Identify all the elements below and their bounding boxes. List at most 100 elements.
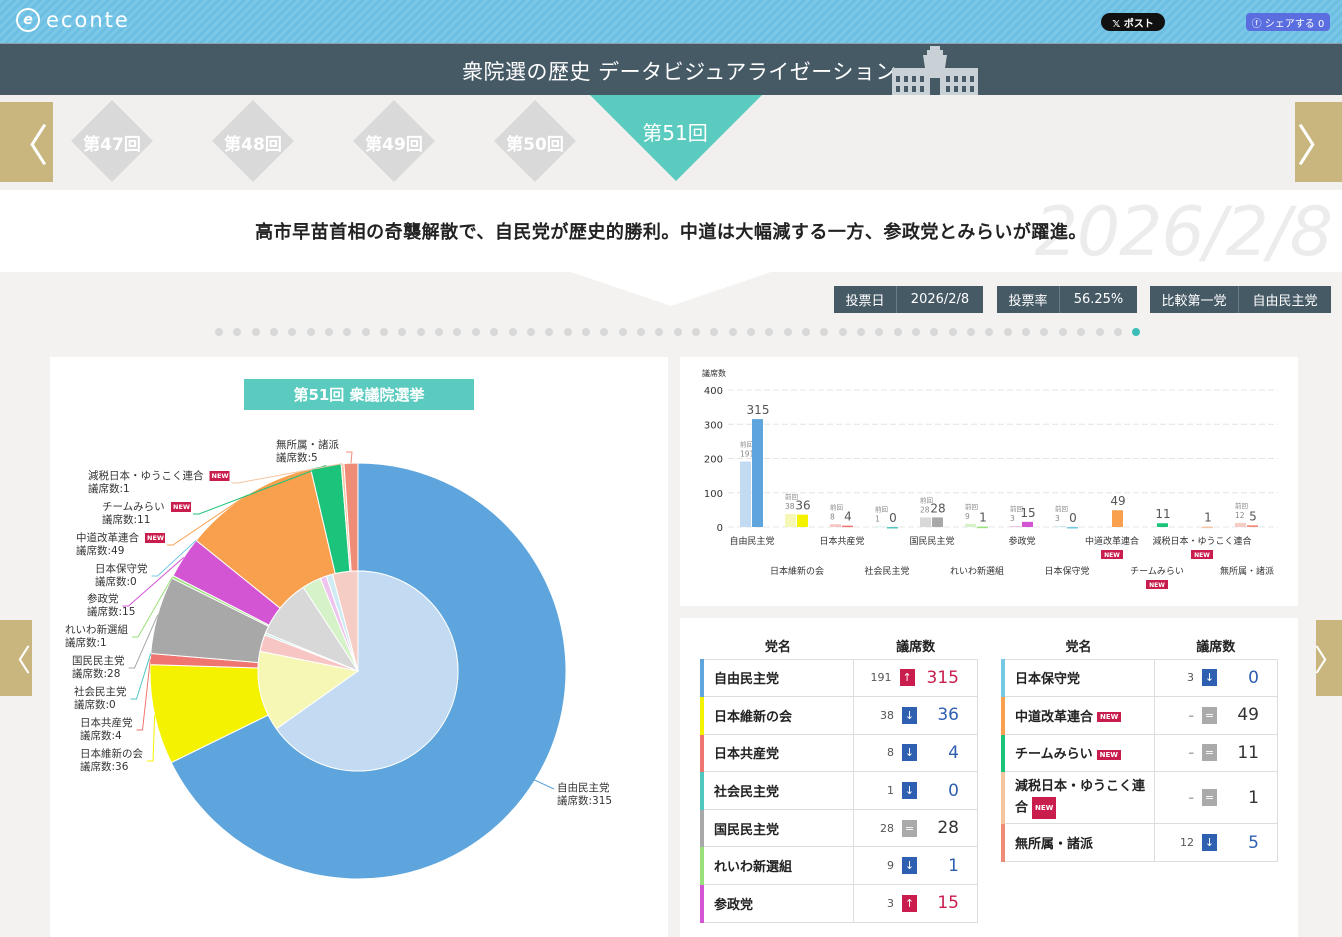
timeline-dot[interactable] (270, 328, 279, 336)
bar-current[interactable] (977, 526, 988, 529)
timeline-dot[interactable] (526, 328, 535, 336)
timeline-dot[interactable] (361, 328, 370, 336)
timeline-dot[interactable] (490, 328, 499, 336)
episode-47-label[interactable]: 第47回 (67, 130, 157, 155)
timeline-dot[interactable] (288, 328, 297, 336)
prev-seats: – (1188, 746, 1195, 760)
bar-prev[interactable] (740, 461, 751, 527)
timeline-dot[interactable] (618, 328, 627, 336)
bar-prev[interactable] (875, 526, 886, 528)
site-logo[interactable]: e econte (16, 8, 130, 32)
bar-current[interactable] (1067, 527, 1078, 529)
timeline-dot[interactable] (948, 328, 957, 336)
prev-page-button[interactable]: 〈 (0, 620, 32, 696)
bar-current[interactable] (1157, 523, 1168, 527)
seat-cell: 38 ↓ 36 (853, 696, 978, 735)
timeline-dot[interactable] (215, 328, 223, 336)
timeline-dot[interactable] (893, 328, 902, 336)
timeline-dot[interactable] (325, 328, 334, 336)
bar-current[interactable] (1112, 510, 1123, 527)
party-name: 日本保守党 (1000, 658, 1155, 698)
bar-current[interactable] (1202, 526, 1213, 529)
timeline-dot[interactable] (857, 328, 866, 336)
bar-prev[interactable] (920, 517, 931, 527)
timeline-dot[interactable] (380, 328, 389, 336)
episode-51-label[interactable]: 第51回 (620, 117, 730, 146)
timeline-dot[interactable] (563, 328, 572, 336)
bar-current[interactable] (1247, 525, 1258, 527)
new-badge: NEW (1097, 712, 1122, 723)
timeline-dot[interactable] (453, 328, 462, 336)
seat-cell: – = 1 (1153, 771, 1279, 825)
prev-seats: 9 (887, 859, 894, 873)
party-name: 減税日本・ゆうこく連合 NEW (1000, 771, 1155, 825)
timeline-dot[interactable] (691, 328, 700, 336)
timeline-dot[interactable] (710, 328, 719, 336)
timeline-dot[interactable] (1095, 328, 1104, 336)
timeline-dot[interactable] (636, 328, 645, 336)
bar-current[interactable] (1022, 521, 1033, 527)
timeline-dot[interactable] (655, 328, 664, 336)
timeline-dot[interactable] (581, 328, 590, 336)
timeline-dot[interactable] (1003, 328, 1012, 336)
prev-episode-button[interactable]: 〈 (0, 102, 53, 182)
x-post-button[interactable]: 𝕏 ポスト (1101, 13, 1165, 31)
timeline-dot[interactable] (233, 328, 242, 336)
timeline-dot[interactable] (820, 328, 829, 336)
timeline-dot[interactable] (930, 328, 939, 336)
timeline-dot[interactable] (508, 328, 517, 336)
timeline-dot[interactable] (967, 328, 976, 336)
timeline-dot[interactable] (1058, 328, 1067, 336)
episode-49-label[interactable]: 第49回 (349, 130, 439, 155)
next-episode-button[interactable]: 〉 (1295, 102, 1342, 182)
episode-48-label[interactable]: 第48回 (208, 130, 298, 155)
svg-text:自由民主党: 自由民主党 (557, 781, 610, 794)
bar-prev[interactable] (785, 513, 796, 527)
info-first-party: 比較第一党 自由民主党 (1150, 286, 1331, 313)
bar-current[interactable] (932, 517, 943, 527)
timeline-dot[interactable] (435, 328, 444, 336)
timeline-dot[interactable] (600, 328, 609, 336)
bar-prev-label: 前回 (1055, 504, 1068, 513)
bar-current[interactable] (842, 525, 853, 528)
band-notch (571, 272, 771, 306)
timeline-dot[interactable] (746, 328, 755, 336)
bar-current[interactable] (752, 419, 763, 527)
timeline-dot[interactable] (343, 328, 352, 336)
timeline-dot[interactable] (306, 328, 315, 336)
bar-current[interactable] (887, 527, 898, 529)
timeline-dot[interactable] (545, 328, 554, 336)
next-page-button[interactable]: 〉 (1314, 620, 1342, 696)
facebook-share-button[interactable]: ⓕ シェアする 0 (1246, 13, 1330, 31)
timeline-dot[interactable] (1113, 328, 1122, 336)
bar-current[interactable] (797, 514, 808, 527)
bar-prev[interactable] (1010, 525, 1021, 527)
timeline-dot[interactable] (912, 328, 921, 336)
timeline-dot[interactable] (416, 328, 425, 336)
bar-prev[interactable] (830, 524, 841, 527)
timeline-dot[interactable] (838, 328, 847, 336)
timeline-dot[interactable] (1077, 328, 1086, 336)
donut-leader-line (346, 451, 353, 464)
timeline-dot[interactable] (802, 328, 810, 336)
timeline-dot[interactable] (1040, 328, 1049, 336)
timeline-dot[interactable] (985, 328, 994, 336)
timeline-dot[interactable] (875, 328, 884, 336)
bar-prev-label: 前回 (740, 440, 753, 449)
svg-text:無所属・諸派: 無所属・諸派 (276, 438, 339, 451)
timeline-dot[interactable] (471, 328, 480, 336)
timeline-dot[interactable] (673, 328, 682, 336)
header-seats: 議席数 (1196, 640, 1236, 656)
bar-prev[interactable] (965, 523, 976, 527)
timeline-dot[interactable] (728, 328, 737, 336)
timeline-dot[interactable] (765, 328, 774, 336)
timeline-dot[interactable] (398, 328, 407, 336)
timeline-dot[interactable] (1022, 328, 1031, 336)
timeline-dot[interactable] (1132, 328, 1141, 336)
episode-50-label[interactable]: 第50回 (490, 130, 580, 155)
timeline-dot[interactable] (783, 328, 792, 336)
bar-prev[interactable] (1055, 525, 1066, 527)
timeline-dot[interactable] (251, 328, 260, 336)
bar-prev[interactable] (1235, 522, 1246, 527)
timeline-dots (215, 328, 1151, 336)
